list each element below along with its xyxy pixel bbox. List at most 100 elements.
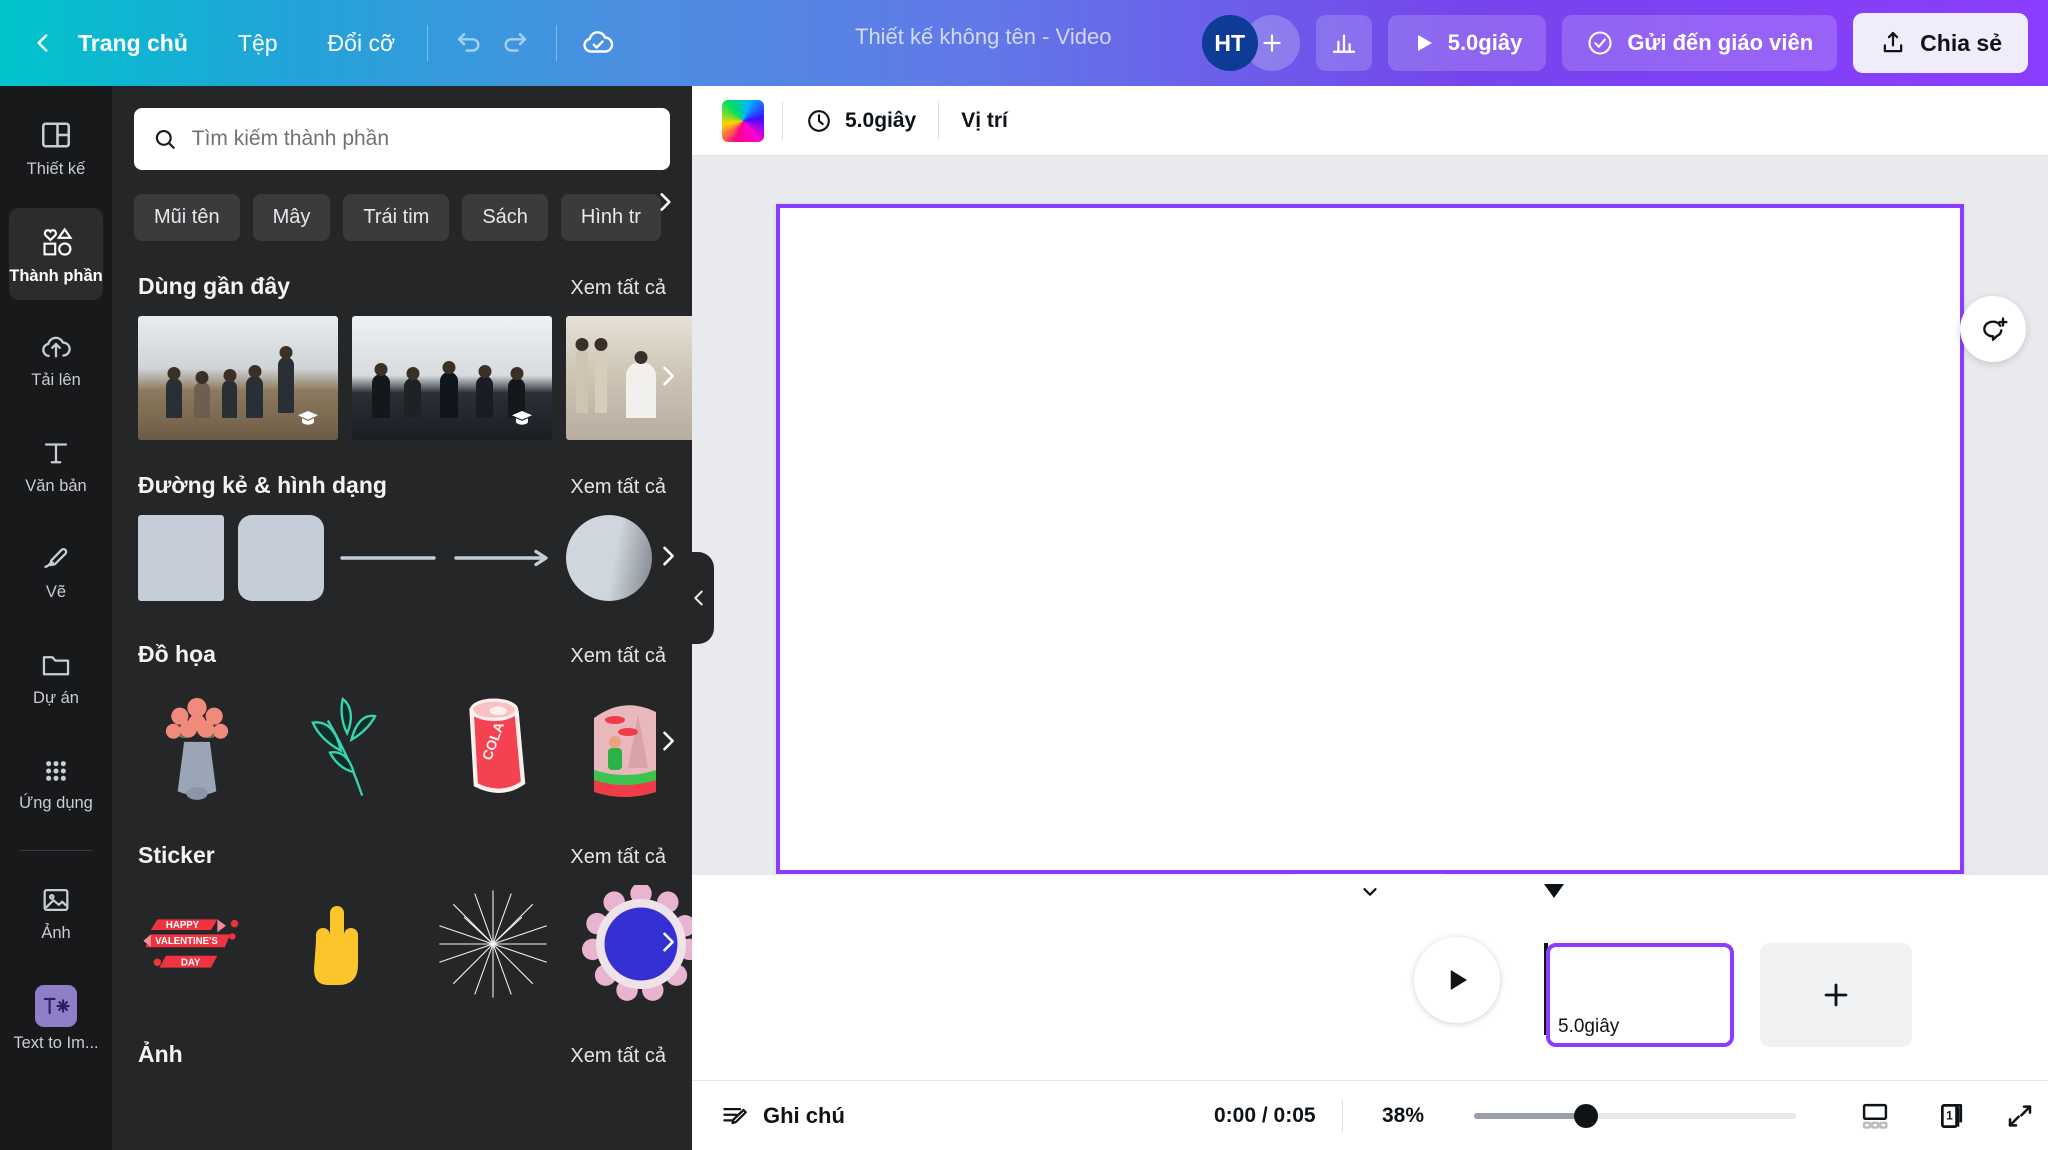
chips-next-button[interactable] [644, 178, 686, 226]
chip-cloud[interactable]: Mây [252, 194, 331, 241]
file-menu[interactable]: Tệp [224, 20, 292, 67]
recent-next-button[interactable] [648, 346, 688, 406]
section-title: Đường kẻ & hình dạng [138, 472, 387, 498]
back-button[interactable] [26, 26, 60, 60]
section-title: Dùng gần đây [138, 273, 291, 299]
chevron-right-icon [663, 546, 674, 566]
see-all-lines-shapes[interactable]: Xem tất cả [570, 476, 666, 499]
line-icon [340, 556, 436, 560]
elements-shapes-icon [43, 227, 73, 257]
sidebar-item-draw[interactable]: Vẽ [9, 526, 103, 618]
sticker-pointing-hand[interactable] [286, 885, 404, 1003]
shape-line[interactable] [338, 515, 438, 601]
chip-book[interactable]: Sách [462, 194, 548, 241]
see-all-sticker[interactable]: Xem tất cả [570, 846, 666, 869]
play-icon [1417, 35, 1432, 51]
position-label: Vị trí [961, 108, 1008, 132]
divider [1342, 1099, 1343, 1132]
avatar[interactable]: HT [1201, 15, 1258, 71]
add-page-button[interactable] [1760, 943, 1912, 1047]
shape-arrow-line[interactable] [452, 515, 552, 601]
graphic-leaves-branch[interactable] [286, 684, 404, 802]
section-photos-header: Ảnh Xem tất cả [112, 1041, 692, 1068]
chip-arrow[interactable]: Mũi tên [134, 194, 240, 241]
share-button[interactable]: Chia sẻ [1853, 13, 2028, 73]
home-menu[interactable]: Trang chủ [64, 20, 202, 67]
search-input[interactable] [191, 127, 652, 151]
time-indicator: 0:00 / 0:05 [1214, 1103, 1316, 1127]
sidebar-item-uploads[interactable]: Tải lên [9, 314, 103, 406]
sidebar-item-label: Thiết kế [26, 160, 86, 179]
background-color-swatch[interactable] [722, 99, 764, 142]
folder-icon [42, 656, 70, 676]
recent-item[interactable] [138, 316, 338, 440]
sticker-valentines-banner[interactable]: HAPPY VALENTINE'S DAY [138, 885, 256, 1003]
preview-play-button[interactable]: 5.0giây [1387, 15, 1547, 71]
share-upload-icon [1883, 31, 1903, 53]
notes-button[interactable]: Ghi chú [720, 1101, 845, 1131]
chip-heart[interactable]: Trái tim [343, 194, 450, 241]
recent-item[interactable] [352, 316, 552, 440]
bar-chart-icon [1332, 34, 1355, 53]
cloud-save-button[interactable] [575, 20, 621, 66]
redo-button[interactable] [492, 20, 538, 66]
send-to-teacher-button[interactable]: Gửi đến giáo viên [1562, 15, 1838, 71]
section-sticker-row: HAPPY VALENTINE'S DAY [112, 869, 692, 1003]
see-all-photos[interactable]: Xem tất cả [570, 1045, 666, 1068]
shape-rounded-square[interactable] [238, 515, 324, 601]
see-all-recent[interactable]: Xem tất cả [570, 277, 666, 300]
undo-button[interactable] [446, 20, 492, 66]
sticker-starburst[interactable] [434, 885, 552, 1003]
pages-button[interactable]: 1 [1936, 1099, 1970, 1133]
svg-text:VALENTINE'S: VALENTINE'S [155, 936, 218, 947]
clock-icon [808, 109, 830, 132]
shape-square[interactable] [138, 515, 224, 601]
sidebar-item-photos[interactable]: Ảnh [9, 867, 103, 959]
graphics-next-button[interactable] [648, 711, 688, 771]
arrow-right-icon [454, 549, 548, 567]
timeline-collapse-button[interactable] [1288, 874, 1452, 908]
left-rail: Thiết kế Thành phần Tải lên Văn bản Vẽ D… [0, 86, 112, 1150]
timeline-page-thumbnail[interactable]: 5.0giây [1546, 943, 1734, 1047]
section-sticker-header: Sticker Xem tất cả [112, 842, 692, 869]
grid-view-icon [1862, 1103, 1888, 1129]
sticker-next-button[interactable] [648, 912, 688, 972]
graduation-cap-badge [288, 400, 328, 436]
share-label: Chia sẻ [1920, 29, 2002, 56]
graphic-cola-can[interactable]: COLA [434, 684, 552, 802]
graduation-cap-icon [298, 411, 318, 425]
see-all-graphics[interactable]: Xem tất cả [570, 645, 666, 668]
document-title[interactable]: Thiết kế không tên - Video [855, 24, 1111, 50]
lines-shapes-next-button[interactable] [648, 526, 688, 586]
chevron-left-icon [37, 34, 48, 52]
playhead-marker[interactable] [1543, 883, 1565, 899]
page-duration-button[interactable]: 5.0giây [783, 96, 938, 146]
check-circle-icon [1588, 31, 1612, 55]
sidebar-item-elements[interactable]: Thành phần [9, 208, 103, 300]
position-button[interactable]: Vị trí [939, 96, 1030, 146]
artboard[interactable] [776, 204, 1964, 874]
timeline-play-button[interactable] [1414, 937, 1500, 1023]
sidebar-item-text-to-image[interactable]: Text to Im... [9, 973, 103, 1065]
shape-circle[interactable] [566, 515, 652, 601]
design-layout-icon [41, 122, 71, 148]
zoom-level-label[interactable]: 38% [1382, 1104, 1424, 1128]
starburst-lines-icon [439, 890, 547, 998]
resize-menu[interactable]: Đổi cỡ [314, 20, 409, 67]
sidebar-item-apps[interactable]: Ứng dụng [9, 738, 103, 830]
analytics-button[interactable] [1315, 15, 1372, 71]
search-box[interactable] [134, 108, 670, 170]
add-comment-button[interactable] [1960, 296, 2026, 362]
grid-view-button[interactable] [1858, 1101, 1892, 1131]
sidebar-item-label: Vẽ [45, 583, 67, 602]
panel-collapse-button[interactable] [684, 552, 714, 644]
zoom-slider-knob[interactable] [1574, 1103, 1598, 1128]
section-graphics-row: COLA [112, 668, 692, 802]
fullscreen-button[interactable] [2004, 1100, 2036, 1132]
graphic-flower-vase[interactable] [138, 684, 256, 802]
zoom-slider[interactable] [1474, 1103, 1796, 1128]
section-title: Sticker [138, 842, 215, 868]
sidebar-item-text[interactable]: Văn bản [9, 420, 103, 512]
sidebar-item-projects[interactable]: Dự án [9, 632, 103, 724]
sidebar-item-design[interactable]: Thiết kế [9, 102, 103, 194]
